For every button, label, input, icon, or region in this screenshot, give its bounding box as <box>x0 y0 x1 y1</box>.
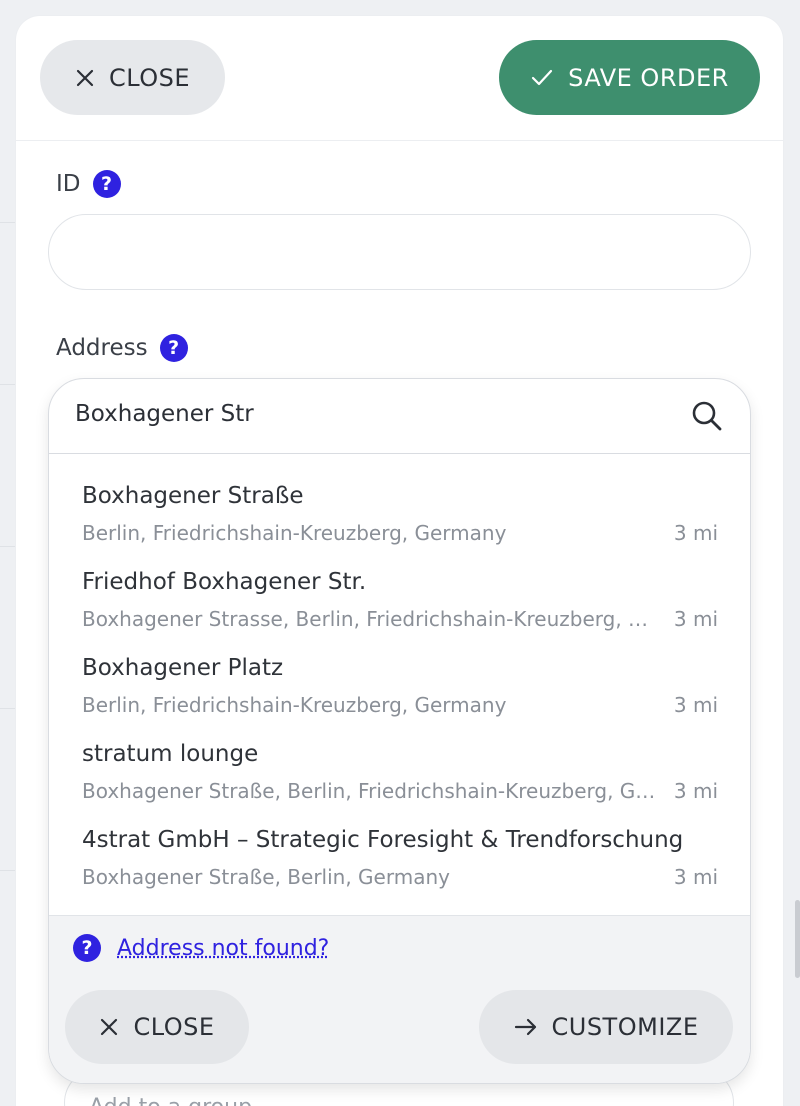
save-order-button[interactable]: SAVE ORDER <box>499 40 760 115</box>
order-edit-panel: CLOSE SAVE ORDER ID ? Address ? Add to a… <box>16 16 783 1106</box>
suggestion-detail: Berlin, Friedrichshain-Kreuzberg, German… <box>82 521 507 545</box>
autocomplete-close-button[interactable]: CLOSE <box>65 990 249 1064</box>
panel-header: CLOSE SAVE ORDER <box>16 16 783 141</box>
suggestion-distance: 3 mi <box>673 865 718 889</box>
close-button[interactable]: CLOSE <box>40 40 225 115</box>
suggestion-name: Friedhof Boxhagener Str. <box>82 569 367 595</box>
suggestion-distance: 3 mi <box>673 607 718 631</box>
suggestion-detail: Berlin, Friedrichshain-Kreuzberg, German… <box>82 693 507 717</box>
suggestion-name: 4strat GmbH – Strategic Foresight & Tren… <box>82 827 684 853</box>
customize-label: CUSTOMIZE <box>551 1013 699 1041</box>
suggestion-distance: 3 mi <box>673 693 718 717</box>
close-icon <box>75 68 95 88</box>
address-search-row <box>49 379 750 454</box>
suggestion-name: Boxhagener Straße <box>82 483 304 509</box>
group-input-placeholder: Add to a group... <box>89 1095 273 1106</box>
address-autocomplete: Boxhagener Straße Berlin, Friedrichshain… <box>48 378 751 1084</box>
suggestion-detail: Boxhagener Straße, Berlin, Germany <box>82 865 450 889</box>
close-icon <box>99 1017 119 1037</box>
id-label: ID ? <box>56 170 121 198</box>
suggestion-distance: 3 mi <box>673 779 718 803</box>
suggestion-distance: 3 mi <box>673 521 718 545</box>
background-scrollbar[interactable] <box>795 900 800 978</box>
suggestion-item[interactable]: Friedhof Boxhagener Str. Boxhagener Stra… <box>49 555 750 641</box>
search-icon[interactable] <box>690 399 724 437</box>
arrow-right-icon <box>514 1017 538 1037</box>
suggestion-detail: Boxhagener Strasse, Berlin, Friedrichsha… <box>82 607 657 631</box>
suggestion-item[interactable]: Boxhagener Platz Berlin, Friedrichshain-… <box>49 641 750 727</box>
customize-button[interactable]: CUSTOMIZE <box>479 990 733 1064</box>
address-search-input[interactable] <box>75 401 675 427</box>
help-icon[interactable]: ? <box>73 934 101 962</box>
suggestion-item[interactable]: Boxhagener Straße Berlin, Friedrichshain… <box>49 469 750 555</box>
address-not-found-link[interactable]: Address not found? <box>117 936 329 961</box>
save-order-label: SAVE ORDER <box>568 63 729 92</box>
address-label-text: Address <box>56 335 148 361</box>
autocomplete-close-label: CLOSE <box>133 1013 215 1041</box>
id-label-text: ID <box>56 171 81 197</box>
suggestion-item[interactable]: stratum lounge Boxhagener Straße, Berlin… <box>49 727 750 813</box>
autocomplete-footer: ? Address not found? CLOSE CUSTOMIZE <box>49 915 750 1083</box>
address-not-found: ? Address not found? <box>73 934 329 962</box>
help-icon[interactable]: ? <box>159 334 188 362</box>
check-icon <box>530 68 554 88</box>
id-input[interactable] <box>48 214 751 290</box>
suggestion-name: stratum lounge <box>82 741 259 767</box>
help-icon[interactable]: ? <box>92 170 121 198</box>
suggestion-item[interactable]: 4strat GmbH – Strategic Foresight & Tren… <box>49 813 750 899</box>
close-button-label: CLOSE <box>108 63 191 92</box>
suggestion-list: Boxhagener Straße Berlin, Friedrichshain… <box>49 469 750 899</box>
address-label: Address ? <box>56 334 188 362</box>
suggestion-name: Boxhagener Platz <box>82 655 284 681</box>
suggestion-detail: Boxhagener Straße, Berlin, Friedrichshai… <box>82 779 657 803</box>
